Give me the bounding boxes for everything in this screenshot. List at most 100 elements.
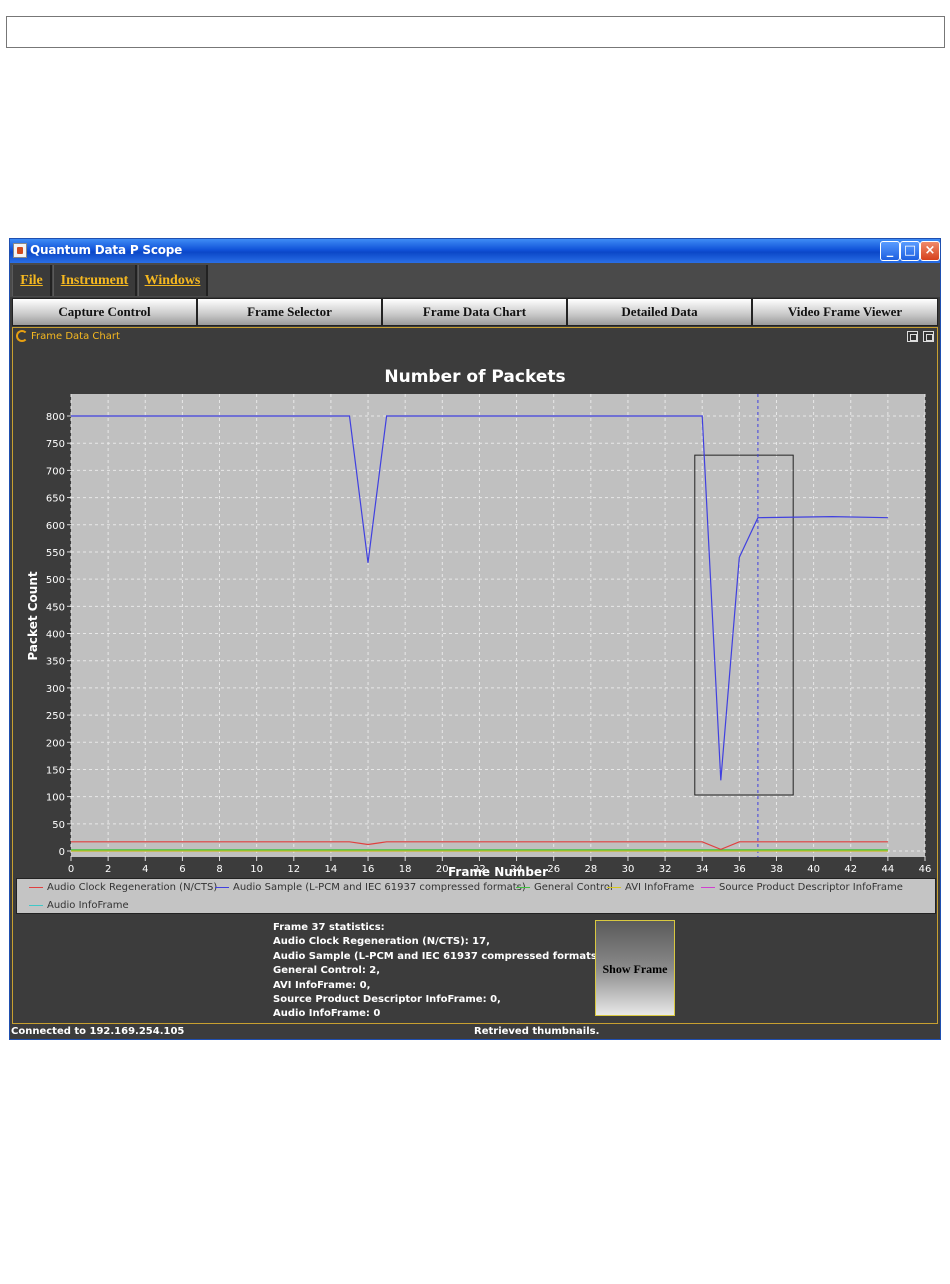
legend-item: AVI InfoFrame (607, 882, 694, 893)
x-tick-label: 18 (399, 864, 412, 875)
x-tick-label: 38 (770, 864, 783, 875)
legend-item: Source Product Descriptor InfoFrame (701, 882, 903, 893)
x-tick-label: 6 (179, 864, 185, 875)
chart-legend: Audio Clock Regeneration (N/CTS) Audio Sa… (16, 878, 936, 914)
minimize-button[interactable]: _ (880, 241, 900, 261)
y-tick-label: 50 (52, 820, 65, 831)
stats-line: AVI InfoFrame: 0, (273, 979, 371, 991)
x-tick-label: 26 (547, 864, 560, 875)
y-tick-label: 250 (46, 711, 65, 722)
window-title: Quantum Data P Scope (30, 243, 183, 257)
frame-data-chart-panel: Frame Data Chart Number of Packets 0 50 100… (12, 327, 938, 1024)
chart-area[interactable]: Number of Packets 0 50 100 150 200 250 300 350 40… (13, 346, 937, 878)
y-tick-label: 100 (46, 793, 65, 804)
connection-status: Connected to 192.169.254.105 (11, 1026, 185, 1037)
top-empty-box (6, 16, 945, 48)
legend-swatch (29, 887, 43, 888)
tab-capture-control[interactable]: Capture Control (12, 298, 197, 326)
x-tick-label: 12 (287, 864, 300, 875)
legend-swatch (607, 887, 621, 888)
legend-label: AVI InfoFrame (625, 882, 695, 893)
panel-restore-icon[interactable] (907, 331, 918, 342)
legend-label: General Control (534, 882, 613, 893)
y-tick-label: 450 (46, 602, 65, 613)
x-tick-label: 34 (696, 864, 709, 875)
x-tick-label: 16 (362, 864, 375, 875)
legend-item: Audio Sample (L-PCM and IEC 61937 compre… (215, 882, 526, 893)
x-axis-label: Frame Number (448, 865, 548, 878)
x-tick-label: 32 (659, 864, 672, 875)
y-tick-label: 150 (46, 765, 65, 776)
panel-close-icon[interactable] (923, 331, 934, 342)
y-tick-label: 300 (46, 684, 65, 695)
x-tick-label: 40 (807, 864, 820, 875)
x-tick-label: 20 (436, 864, 449, 875)
tab-frame-selector[interactable]: Frame Selector (197, 298, 382, 326)
y-tick-label: 550 (46, 548, 65, 559)
frame-statistics: Frame 37 statistics: Audio Clock Regener… (273, 921, 634, 1022)
y-tick-label: 200 (46, 738, 65, 749)
plot-background (71, 394, 925, 857)
legend-item: Audio Clock Regeneration (N/CTS) (29, 882, 217, 893)
tab-bar: Capture Control Frame Selector Frame Dat… (10, 297, 940, 327)
app-icon (13, 243, 27, 258)
legend-swatch (516, 887, 530, 888)
tab-frame-data-chart[interactable]: Frame Data Chart (382, 298, 567, 326)
tab-video-frame-viewer[interactable]: Video Frame Viewer (752, 298, 938, 326)
app-window: Quantum Data P Scope _ □ × File Instrume… (9, 238, 941, 1040)
legend-item: General Control (516, 882, 613, 893)
y-tick-label: 650 (46, 494, 65, 505)
menu-instrument[interactable]: Instrument (53, 265, 137, 296)
legend-label: Audio InfoFrame (47, 900, 129, 911)
y-tick-label: 700 (46, 466, 65, 477)
y-axis-label: Packet Count (26, 571, 40, 661)
title-bar[interactable]: Quantum Data P Scope _ □ × (10, 239, 940, 263)
y-tick-label: 0 (59, 847, 65, 858)
x-tick-label: 44 (882, 864, 895, 875)
x-tick-label: 30 (622, 864, 635, 875)
legend-swatch (29, 905, 43, 906)
y-tick-label: 350 (46, 657, 65, 668)
legend-item: Audio InfoFrame (29, 900, 129, 911)
packet-chart[interactable]: Number of Packets05010015020025030035040… (13, 346, 937, 878)
legend-swatch (701, 887, 715, 888)
x-tick-label: 10 (250, 864, 263, 875)
x-tick-label: 36 (733, 864, 746, 875)
x-tick-label: 2 (105, 864, 111, 875)
x-tick-label: 46 (919, 864, 932, 875)
close-button[interactable]: × (920, 241, 940, 261)
chart-title: Number of Packets (384, 367, 565, 387)
menu-file[interactable]: File (12, 265, 52, 296)
menu-windows[interactable]: Windows (138, 265, 208, 296)
legend-label: Source Product Descriptor InfoFrame (719, 882, 903, 893)
x-tick-label: 42 (844, 864, 857, 875)
stats-line: Source Product Descriptor InfoFrame: 0, (273, 994, 501, 1006)
panel-title: Frame Data Chart (31, 331, 120, 342)
activity-status: Retrieved thumbnails. (474, 1026, 600, 1037)
y-tick-label: 750 (46, 439, 65, 450)
legend-swatch (215, 887, 229, 888)
status-bar: Connected to 192.169.254.105 Retrieved t… (10, 1025, 940, 1039)
stats-line: General Control: 2, (273, 965, 381, 977)
y-tick-label: 600 (46, 521, 65, 532)
stats-line: Audio InfoFrame: 0 (273, 1008, 381, 1020)
menu-bar: File Instrument Windows (10, 263, 940, 297)
stats-line: Audio Clock Regeneration (N/CTS): 17, (273, 936, 490, 948)
x-tick-label: 0 (68, 864, 74, 875)
refresh-icon (16, 330, 28, 342)
x-tick-label: 14 (325, 864, 338, 875)
y-tick-label: 500 (46, 575, 65, 586)
legend-label: Audio Sample (L-PCM and IEC 61937 compre… (233, 882, 526, 893)
y-tick-label: 400 (46, 630, 65, 641)
stats-line: Audio Sample (L-PCM and IEC 61937 compre… (273, 950, 634, 962)
panel-header: Frame Data Chart (13, 328, 937, 346)
show-frame-button[interactable]: Show Frame (595, 920, 675, 1016)
x-tick-label: 4 (142, 864, 148, 875)
x-tick-label: 28 (584, 864, 597, 875)
stats-line: Frame 37 statistics: (273, 922, 385, 933)
maximize-button[interactable]: □ (900, 241, 920, 261)
legend-label: Audio Clock Regeneration (N/CTS) (47, 882, 218, 893)
x-tick-label: 8 (216, 864, 222, 875)
tab-detailed-data[interactable]: Detailed Data (567, 298, 752, 326)
y-tick-label: 800 (46, 412, 65, 423)
